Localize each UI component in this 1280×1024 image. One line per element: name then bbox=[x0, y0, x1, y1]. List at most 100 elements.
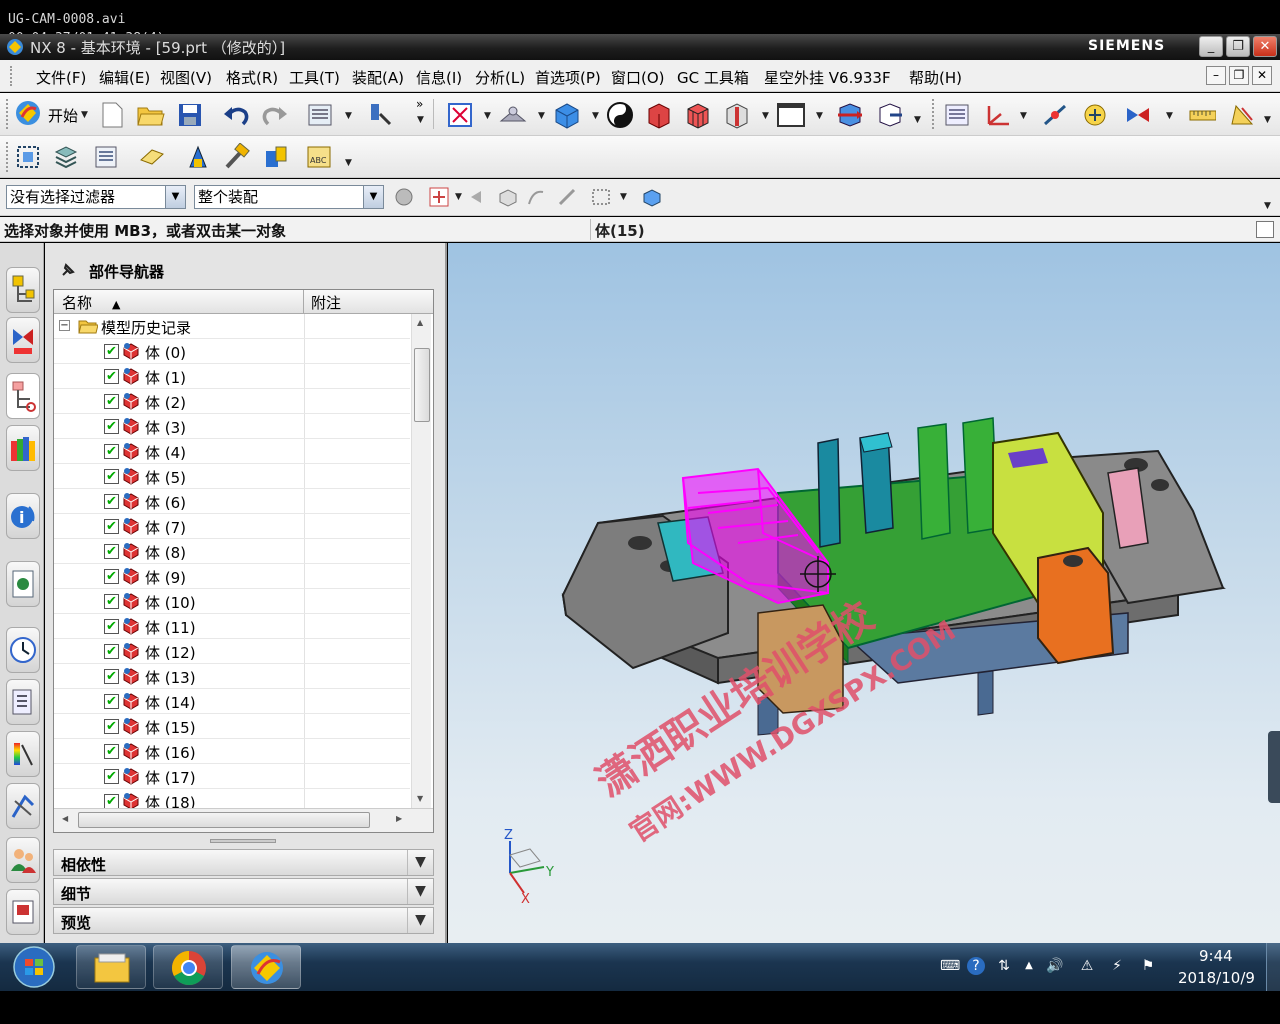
visibility-checkbox[interactable]: ✔ bbox=[104, 594, 119, 609]
pin-icon[interactable] bbox=[59, 261, 77, 279]
scroll-right-icon[interactable]: ▶ bbox=[396, 814, 402, 823]
tree-row-body[interactable]: ✔ 体 (11) bbox=[54, 614, 410, 639]
visibility-checkbox[interactable]: ✔ bbox=[104, 744, 119, 759]
visibility-checkbox[interactable]: ✔ bbox=[104, 719, 119, 734]
visibility-checkbox[interactable]: ✔ bbox=[104, 394, 119, 409]
toolbar-overflow-icon[interactable]: » bbox=[416, 97, 423, 111]
chevron-down-icon[interactable]: ▼ bbox=[455, 192, 462, 202]
start-button[interactable]: 开始 ▼ bbox=[14, 100, 104, 130]
mold-wizard-icon[interactable] bbox=[184, 143, 212, 171]
start-orb-icon[interactable] bbox=[10, 945, 58, 989]
visibility-checkbox[interactable]: ✔ bbox=[104, 794, 119, 808]
menu-help[interactable]: 帮助(H) bbox=[909, 67, 962, 88]
text-annotation-icon[interactable]: ABC bbox=[305, 143, 333, 171]
color-palette-icon[interactable] bbox=[6, 731, 40, 777]
chevron-down-icon[interactable]: ▼ bbox=[1264, 201, 1271, 211]
vertical-scrollbar[interactable]: ▲ ▼ bbox=[411, 314, 431, 808]
chevron-down-icon[interactable]: ▼ bbox=[407, 908, 433, 933]
menu-information[interactable]: 信息(I) bbox=[416, 67, 462, 88]
body-select-icon[interactable] bbox=[494, 183, 522, 211]
tree-row-body[interactable]: ✔ 体 (0) bbox=[54, 339, 410, 364]
new-file-icon[interactable] bbox=[98, 101, 126, 129]
save-icon[interactable] bbox=[176, 101, 204, 129]
visibility-checkbox[interactable]: ✔ bbox=[104, 694, 119, 709]
chevron-down-icon[interactable]: ▼ bbox=[407, 850, 433, 875]
keyboard-icon[interactable]: ⌨ bbox=[940, 957, 960, 975]
assembly-navigator-icon[interactable] bbox=[6, 267, 40, 313]
doc-minimize-icon[interactable]: – bbox=[1206, 66, 1226, 85]
visibility-checkbox[interactable]: ✔ bbox=[104, 544, 119, 559]
mold-assembly-model[interactable]: 潇洒职业培训学校 官网:WWW.DGXSPX.COM Z Y X bbox=[448, 243, 1280, 943]
rectangle-select-icon[interactable] bbox=[587, 183, 615, 211]
visibility-checkbox[interactable]: ✔ bbox=[104, 619, 119, 634]
taskbar-chrome[interactable] bbox=[153, 945, 223, 989]
chevron-down-icon[interactable]: ▼ bbox=[620, 192, 627, 202]
tree-root-row[interactable]: − 模型历史记录 bbox=[54, 314, 410, 339]
list-table-icon[interactable] bbox=[92, 143, 120, 171]
menu-window[interactable]: 窗口(O) bbox=[611, 67, 665, 88]
history-palette-icon[interactable] bbox=[6, 561, 40, 607]
web-browser-icon[interactable]: i bbox=[6, 493, 40, 539]
print-palette-icon[interactable] bbox=[6, 889, 40, 935]
menu-analysis[interactable]: 分析(L) bbox=[475, 67, 525, 88]
tree-row-body[interactable]: ✔ 体 (15) bbox=[54, 714, 410, 739]
orient-view-icon[interactable] bbox=[553, 101, 581, 129]
background-color-icon[interactable] bbox=[777, 101, 805, 129]
menu-view[interactable]: 视图(V) bbox=[160, 67, 212, 88]
show-desktop-button[interactable] bbox=[1266, 943, 1280, 991]
dependencies-section[interactable]: 相依性 ▼ bbox=[53, 849, 434, 876]
details-section[interactable]: 细节 ▼ bbox=[53, 878, 434, 905]
tree-row-body[interactable]: ✔ 体 (6) bbox=[54, 489, 410, 514]
column-divider[interactable] bbox=[303, 290, 304, 314]
edge-select-icon[interactable] bbox=[553, 183, 581, 211]
constraint-navigator-icon[interactable] bbox=[6, 317, 40, 363]
system-materials-icon[interactable] bbox=[6, 679, 40, 725]
filter-reset-icon[interactable] bbox=[390, 183, 418, 211]
visibility-checkbox[interactable]: ✔ bbox=[104, 494, 119, 509]
reposition-icon[interactable] bbox=[876, 101, 904, 129]
preview-section[interactable]: 预览 ▼ bbox=[53, 907, 434, 934]
render-style-icon[interactable] bbox=[606, 101, 634, 129]
measure-distance-icon[interactable] bbox=[1188, 101, 1216, 129]
clock-time[interactable]: 9:44 bbox=[1199, 947, 1233, 965]
undo-icon[interactable] bbox=[222, 101, 250, 129]
shaded-box-icon[interactable] bbox=[645, 101, 673, 129]
chevron-down-icon[interactable]: ▼ bbox=[407, 879, 433, 904]
horizontal-scroll-thumb[interactable] bbox=[78, 812, 370, 828]
electrode-icon[interactable] bbox=[262, 143, 290, 171]
minimize-button[interactable]: _ bbox=[1199, 36, 1223, 57]
chevron-down-icon[interactable]: ▼ bbox=[1264, 115, 1271, 125]
doc-close-icon[interactable]: ✕ bbox=[1252, 66, 1272, 85]
menu-tools[interactable]: 工具(T) bbox=[289, 67, 340, 88]
curve-select-icon[interactable] bbox=[522, 183, 550, 211]
menu-file[interactable]: 文件(F) bbox=[36, 67, 86, 88]
chevron-down-icon[interactable]: ▼ bbox=[484, 111, 491, 121]
arrow-back-icon[interactable] bbox=[463, 183, 491, 211]
history-clock-icon[interactable] bbox=[6, 627, 40, 673]
chevron-down-icon[interactable]: ▼ bbox=[345, 158, 352, 168]
point-constructor-icon[interactable] bbox=[1041, 101, 1069, 129]
tree-row-body[interactable]: ✔ 体 (8) bbox=[54, 539, 410, 564]
reuse-library-icon[interactable] bbox=[6, 425, 40, 471]
tree-row-body[interactable]: ✔ 体 (1) bbox=[54, 364, 410, 389]
open-folder-icon[interactable] bbox=[137, 101, 165, 129]
tree-row-body[interactable]: ✔ 体 (10) bbox=[54, 589, 410, 614]
part-navigator-icon[interactable] bbox=[6, 373, 40, 419]
taskbar-nx[interactable] bbox=[231, 945, 301, 989]
visibility-checkbox[interactable]: ✔ bbox=[104, 644, 119, 659]
tree-row-body[interactable]: ✔ 体 (14) bbox=[54, 689, 410, 714]
close-button[interactable]: ✕ bbox=[1253, 36, 1277, 57]
scroll-left-icon[interactable]: ◀ bbox=[62, 814, 68, 823]
move-component-icon[interactable] bbox=[836, 101, 864, 129]
visibility-checkbox[interactable]: ✔ bbox=[104, 419, 119, 434]
tray-switch-icon[interactable]: ⇅ bbox=[995, 957, 1013, 975]
splitter-handle[interactable] bbox=[210, 839, 276, 843]
volume-icon[interactable]: 🔊 bbox=[1046, 957, 1064, 975]
layer-stack-icon[interactable] bbox=[52, 143, 80, 171]
measure-angle-icon[interactable] bbox=[1228, 101, 1256, 129]
help-icon[interactable]: ? bbox=[967, 957, 985, 975]
feature-select-icon[interactable] bbox=[638, 183, 666, 211]
visibility-checkbox[interactable]: ✔ bbox=[104, 519, 119, 534]
tree-row-body[interactable]: ✔ 体 (5) bbox=[54, 464, 410, 489]
tree-row-body[interactable]: ✔ 体 (12) bbox=[54, 639, 410, 664]
